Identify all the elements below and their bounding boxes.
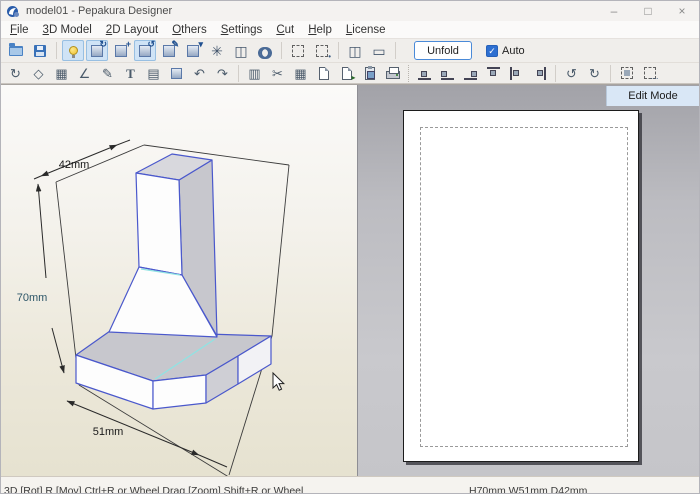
group-select-icon[interactable] <box>616 64 637 83</box>
fill-color-icon[interactable]: ▾ <box>182 39 204 61</box>
pepakura-window: model01 - Pepakura Designer – □ × File 3… <box>0 0 700 494</box>
rotate-model-icon[interactable]: ↺ <box>134 39 156 61</box>
ungroup-select-icon[interactable]: ⋯ <box>639 64 660 83</box>
dimension-height-label: 70mm <box>17 292 48 304</box>
3d-model-canvas: 42mm 70mm 51mm <box>17 139 290 479</box>
edit-flaps-icon[interactable]: ▦ <box>51 64 72 83</box>
main-toolbar: ↻ + ↺ ✎ ▾ ✳ ◫ • ◫ ▭ Unfold ✓ Auto <box>1 38 699 62</box>
select-region-options-icon[interactable]: • <box>311 40 333 61</box>
align-left-icon[interactable] <box>506 64 527 83</box>
3d-viewport[interactable]: 42mm 70mm 51mm <box>1 85 358 479</box>
show-light-icon[interactable] <box>62 40 84 61</box>
edit-mode-label: Edit Mode <box>628 90 678 102</box>
dimension-width-label: 42mm <box>59 159 90 171</box>
split-view-icon[interactable]: ◫ <box>230 40 252 61</box>
change-shape-icon[interactable]: ◇ <box>28 64 49 83</box>
orbit-camera-icon[interactable]: ↻ <box>86 39 108 61</box>
minimize-button[interactable]: – <box>597 1 631 21</box>
mouse-cursor <box>272 371 286 391</box>
toolbar-separator <box>338 42 339 59</box>
auto-unfold-toggle[interactable]: ✓ Auto <box>486 44 525 57</box>
auto-checkbox-label: Auto <box>502 44 525 57</box>
save-file-icon[interactable] <box>29 40 51 61</box>
two-pane-layout-icon[interactable]: ◫ <box>344 40 366 61</box>
add-page-icon[interactable] <box>313 64 334 83</box>
close-icon: × <box>678 4 686 18</box>
insert-image-icon[interactable]: ▤ <box>143 64 164 83</box>
edit-toolbar: ↻ ◇ ▦ ∠ ✎ T ▤ ↶ ↷ ▥ ✂ ▦ ▸ ↺ ↻ ⋯ <box>1 62 699 84</box>
edit-mode-tab[interactable]: Edit Mode <box>606 86 699 106</box>
texture-settings-icon[interactable] <box>166 64 187 83</box>
toolbar-separator <box>238 64 239 82</box>
select-region-icon[interactable] <box>287 40 309 61</box>
single-pane-layout-icon[interactable]: ▭ <box>368 40 390 61</box>
toolbar-separator <box>555 64 556 82</box>
paste-part-icon[interactable] <box>359 64 380 83</box>
toolbar-separator <box>56 42 57 59</box>
align-right-icon[interactable] <box>529 64 550 83</box>
redo-icon[interactable]: ↷ <box>212 64 233 83</box>
update-3d-icon[interactable]: ↻ <box>5 64 26 83</box>
rotate-part-ccw-icon[interactable]: ↺ <box>561 64 582 83</box>
maximize-button[interactable]: □ <box>631 1 665 21</box>
title-bar: model01 - Pepakura Designer – □ × <box>1 1 699 21</box>
model-size-text: H70mm W51mm D42mm <box>469 485 588 493</box>
toolbar-separator <box>408 64 409 82</box>
toolbar-separator <box>281 42 282 59</box>
close-button[interactable]: × <box>665 1 699 21</box>
app-icon <box>7 5 19 17</box>
divide-face-icon[interactable]: ✂ <box>267 64 288 83</box>
arrange-parts-icon[interactable]: ▦ <box>290 64 311 83</box>
show-axes-icon[interactable]: ✳ <box>206 40 228 61</box>
print-icon[interactable] <box>382 64 403 83</box>
check-layout-icon[interactable]: ▥ <box>244 64 265 83</box>
menu-item-settings[interactable]: Settings <box>214 23 270 37</box>
toolbar-separator <box>395 42 396 59</box>
main-area: 42mm 70mm 51mm Edit Mode <box>1 84 699 479</box>
menu-item-cut[interactable]: Cut <box>269 23 301 37</box>
move-page-icon[interactable]: ▸ <box>336 64 357 83</box>
align-bottom-right-icon[interactable] <box>460 64 481 83</box>
edit-edge-icon[interactable]: ∠ <box>74 64 95 83</box>
maximize-icon: □ <box>644 4 652 18</box>
undo-icon[interactable]: ↶ <box>189 64 210 83</box>
minimize-icon: – <box>610 4 618 18</box>
flip-edge-icon[interactable]: ✎ <box>97 64 118 83</box>
menu-item-help[interactable]: Help <box>301 23 339 37</box>
menu-item-3d-model[interactable]: 3D Model <box>36 23 99 37</box>
mouse-hint-text: 3D [Rot] R [Mov] Ctrl+R or Wheel Drag [Z… <box>4 485 304 493</box>
align-top-icon[interactable] <box>483 64 504 83</box>
menu-item-license[interactable]: License <box>339 23 393 37</box>
align-bottom-left-icon[interactable] <box>437 64 458 83</box>
menu-item-2d-layout[interactable]: 2D Layout <box>99 23 165 37</box>
2d-layout-pane[interactable]: Edit Mode <box>358 85 699 476</box>
menu-item-file[interactable]: File <box>3 23 36 37</box>
open-file-icon[interactable] <box>5 40 27 61</box>
menu-bar: File 3D Model 2D Layout Others Settings … <box>1 21 699 38</box>
menu-item-others[interactable]: Others <box>165 23 214 37</box>
column-front-face <box>135 172 183 276</box>
pattern-page[interactable] <box>403 110 639 462</box>
paint-model-icon[interactable]: ✎ <box>158 39 180 61</box>
toolbar-separator <box>610 64 611 82</box>
move-model-icon[interactable]: + <box>110 39 132 61</box>
status-bar: 3D [Rot] R [Mov] Ctrl+R or Wheel Drag [Z… <box>1 476 699 493</box>
model-mesh <box>75 153 272 410</box>
rotate-part-cw-icon[interactable]: ↻ <box>584 64 605 83</box>
window-controls: – □ × <box>597 1 699 21</box>
align-bottom-icon[interactable] <box>414 64 435 83</box>
sync-views-icon[interactable] <box>254 40 276 61</box>
window-title: model01 - Pepakura Designer <box>26 5 173 17</box>
page-margin-guide <box>420 127 628 447</box>
unfold-button[interactable]: Unfold <box>414 41 472 60</box>
base-front-face <box>152 374 207 410</box>
auto-checkbox[interactable]: ✓ <box>486 44 498 57</box>
dimension-depth-label: 51mm <box>93 426 124 438</box>
insert-text-icon[interactable]: T <box>120 64 141 83</box>
